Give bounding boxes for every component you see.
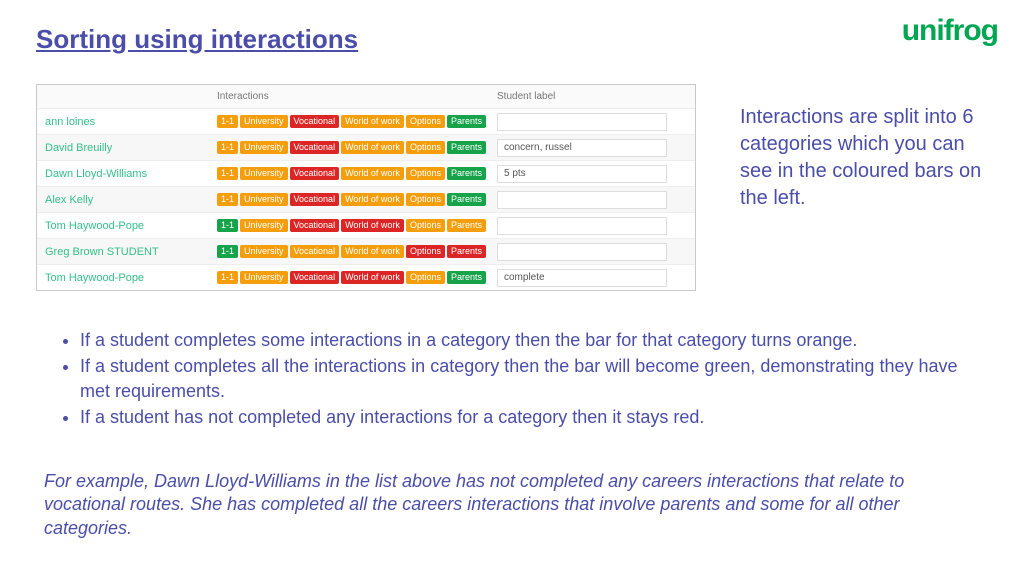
interaction-tag[interactable]: 1-1 <box>217 167 238 180</box>
page-title: Sorting using interactions <box>36 24 358 55</box>
interaction-tag[interactable]: World of work <box>341 115 404 128</box>
interaction-tag[interactable]: Vocational <box>290 167 340 180</box>
table-row: ann loines1-1UniversityVocationalWorld o… <box>37 108 695 134</box>
interaction-tag[interactable]: Parents <box>447 219 486 232</box>
interaction-tag[interactable]: Vocational <box>290 245 340 258</box>
interaction-tag[interactable]: Vocational <box>290 219 340 232</box>
interaction-tag[interactable]: World of work <box>341 219 404 232</box>
interaction-tags: 1-1UniversityVocationalWorld of workOpti… <box>217 167 497 180</box>
table-header: Interactions Student label <box>37 85 695 108</box>
interaction-tag[interactable]: Options <box>406 115 445 128</box>
interaction-tag[interactable]: University <box>240 193 288 206</box>
interaction-tag[interactable]: Vocational <box>290 193 340 206</box>
student-name[interactable]: Dawn Lloyd-Williams <box>37 168 217 180</box>
side-explanation: Interactions are split into 6 categories… <box>740 104 1000 212</box>
interaction-tag[interactable]: Options <box>406 193 445 206</box>
example-paragraph: For example, Dawn Lloyd-Williams in the … <box>44 470 984 540</box>
interaction-tag[interactable]: Options <box>406 245 445 258</box>
interaction-tag[interactable]: Parents <box>447 141 486 154</box>
student-name[interactable]: Greg Brown STUDENT <box>37 246 217 258</box>
interaction-tag[interactable]: University <box>240 167 288 180</box>
student-label-input[interactable] <box>497 165 667 183</box>
table-row: Greg Brown STUDENT1-1UniversityVocationa… <box>37 238 695 264</box>
table-row: Alex Kelly1-1UniversityVocationalWorld o… <box>37 186 695 212</box>
interaction-tag[interactable]: Options <box>406 271 445 284</box>
student-label-input[interactable] <box>497 217 667 235</box>
interaction-tag[interactable]: World of work <box>341 271 404 284</box>
interaction-tags: 1-1UniversityVocationalWorld of workOpti… <box>217 141 497 154</box>
student-name[interactable]: David Breuilly <box>37 142 217 154</box>
interaction-tags: 1-1UniversityVocationalWorld of workOpti… <box>217 245 497 258</box>
interaction-tag[interactable]: Options <box>406 167 445 180</box>
interaction-tag[interactable]: Options <box>406 219 445 232</box>
interaction-tag[interactable]: University <box>240 219 288 232</box>
header-student-label: Student label <box>497 91 677 102</box>
interaction-tag[interactable]: 1-1 <box>217 219 238 232</box>
bullet-list: If a student completes some interactions… <box>56 328 976 431</box>
interaction-tag[interactable]: University <box>240 115 288 128</box>
student-label-input[interactable] <box>497 113 667 131</box>
interaction-tag[interactable]: World of work <box>341 167 404 180</box>
student-label-input[interactable] <box>497 243 667 261</box>
student-label-input[interactable] <box>497 269 667 287</box>
interaction-tag[interactable]: Parents <box>447 245 486 258</box>
interaction-tag[interactable]: 1-1 <box>217 193 238 206</box>
unifrog-logo: unifrog <box>902 14 998 48</box>
student-name[interactable]: Tom Haywood-Pope <box>37 220 217 232</box>
header-interactions: Interactions <box>217 91 497 102</box>
student-name[interactable]: Tom Haywood-Pope <box>37 272 217 284</box>
table-row: Tom Haywood-Pope1-1UniversityVocationalW… <box>37 212 695 238</box>
student-name[interactable]: ann loines <box>37 116 217 128</box>
interaction-tags: 1-1UniversityVocationalWorld of workOpti… <box>217 271 497 284</box>
table-row: Dawn Lloyd-Williams1-1UniversityVocation… <box>37 160 695 186</box>
bullet-item: If a student has not completed any inter… <box>80 405 976 429</box>
interaction-tag[interactable]: 1-1 <box>217 141 238 154</box>
interaction-tag[interactable]: World of work <box>341 193 404 206</box>
interaction-tag[interactable]: Vocational <box>290 141 340 154</box>
interaction-tag[interactable]: Parents <box>447 115 486 128</box>
interaction-tag[interactable]: Vocational <box>290 271 340 284</box>
interaction-tag[interactable]: Parents <box>447 193 486 206</box>
bullet-item: If a student completes all the interacti… <box>80 354 976 403</box>
interaction-tag[interactable]: Options <box>406 141 445 154</box>
students-table: Interactions Student label ann loines1-1… <box>36 84 696 291</box>
table-row: Tom Haywood-Pope1-1UniversityVocationalW… <box>37 264 695 290</box>
interaction-tag[interactable]: Parents <box>447 271 486 284</box>
interaction-tags: 1-1UniversityVocationalWorld of workOpti… <box>217 115 497 128</box>
interaction-tags: 1-1UniversityVocationalWorld of workOpti… <box>217 193 497 206</box>
interaction-tag[interactable]: World of work <box>341 245 404 258</box>
interaction-tags: 1-1UniversityVocationalWorld of workOpti… <box>217 219 497 232</box>
table-row: David Breuilly1-1UniversityVocationalWor… <box>37 134 695 160</box>
student-label-input[interactable] <box>497 139 667 157</box>
interaction-tag[interactable]: 1-1 <box>217 271 238 284</box>
interaction-tag[interactable]: 1-1 <box>217 115 238 128</box>
student-name[interactable]: Alex Kelly <box>37 194 217 206</box>
interaction-tag[interactable]: Parents <box>447 167 486 180</box>
interaction-tag[interactable]: World of work <box>341 141 404 154</box>
interaction-tag[interactable]: University <box>240 271 288 284</box>
bullet-item: If a student completes some interactions… <box>80 328 976 352</box>
interaction-tag[interactable]: 1-1 <box>217 245 238 258</box>
interaction-tag[interactable]: University <box>240 245 288 258</box>
student-label-input[interactable] <box>497 191 667 209</box>
interaction-tag[interactable]: University <box>240 141 288 154</box>
interaction-tag[interactable]: Vocational <box>290 115 340 128</box>
